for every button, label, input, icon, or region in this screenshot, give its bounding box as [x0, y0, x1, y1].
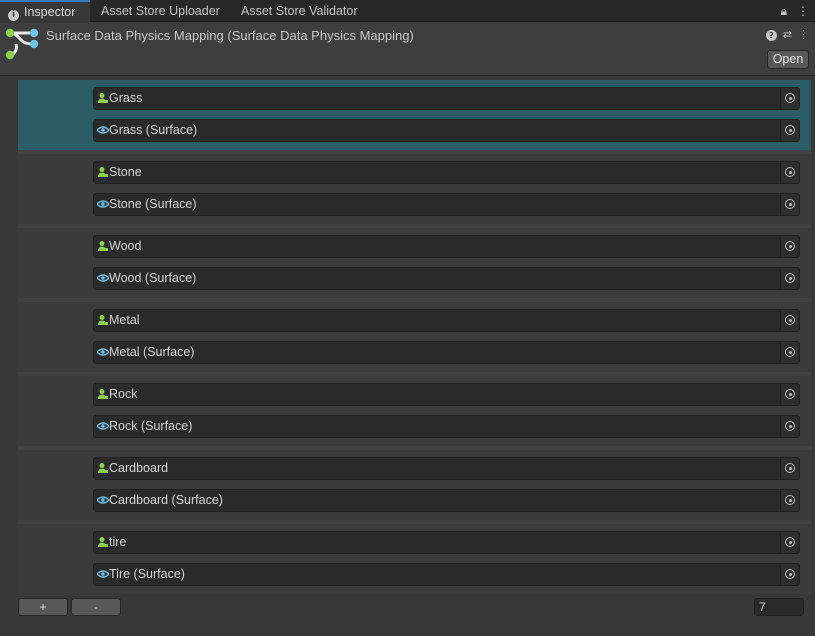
physic-material-label: tire: [109, 535, 127, 549]
physic-material-label: Rock: [109, 387, 138, 401]
picker-dot: [788, 202, 792, 206]
physic-material-icon: [98, 537, 108, 547]
more-menu-icon[interactable]: ⋮: [798, 28, 809, 41]
surface-data-icon: [97, 348, 109, 356]
object-picker-button[interactable]: [780, 532, 799, 553]
more-menu-icon[interactable]: ⋮: [797, 4, 809, 18]
physic-material-icon: [98, 93, 108, 103]
physic-material-label: Metal: [109, 313, 140, 327]
physic-material-icon: [98, 389, 108, 399]
physic-material-label: Cardboard: [109, 461, 169, 475]
tab-bar: i Inspector Asset Store Uploader Asset St…: [0, 0, 815, 23]
physic-material-label: Wood: [109, 239, 142, 253]
list-item[interactable]: Grass Grass (Surface): [18, 80, 811, 150]
list-item[interactable]: Rock Rock (Surface): [18, 376, 811, 446]
surface-label: Cardboard (Surface): [109, 493, 223, 507]
physic-material-field[interactable]: Stone: [93, 161, 800, 184]
tab-asset-store-validator[interactable]: Asset Store Validator: [241, 0, 358, 22]
object-picker-button[interactable]: [780, 310, 799, 331]
physic-material-label: Stone: [109, 165, 142, 179]
object-picker-button[interactable]: [780, 384, 799, 405]
physic-material-field[interactable]: Wood: [93, 235, 800, 258]
picker-dot: [788, 540, 792, 544]
object-picker-button[interactable]: [780, 162, 799, 183]
picker-dot: [788, 276, 792, 280]
tab-inspector-label: Inspector: [24, 5, 76, 19]
physic-material-label: Grass: [109, 91, 143, 105]
picker-dot: [788, 318, 792, 322]
surface-data-icon: [97, 422, 109, 430]
surface-label: Metal (Surface): [109, 345, 195, 359]
surface-data-icon: [97, 570, 109, 578]
picker-dot: [788, 96, 792, 100]
surface-label: Grass (Surface): [109, 123, 198, 137]
object-picker-button[interactable]: [780, 416, 799, 437]
surface-data-icon: [97, 200, 109, 208]
surface-data-icon: [97, 496, 109, 504]
object-picker-button[interactable]: [780, 564, 799, 585]
physic-material-field[interactable]: Rock: [93, 383, 800, 406]
list-item[interactable]: Metal Metal (Surface): [18, 302, 811, 372]
inspector-header: Surface Data Physics Mapping (Surface Da…: [0, 23, 815, 76]
object-picker-button[interactable]: [780, 88, 799, 109]
help-icon[interactable]: ?: [765, 30, 777, 41]
surface-label: Rock (Surface): [109, 419, 193, 433]
list-item[interactable]: Wood Wood (Surface): [18, 228, 811, 298]
surface-label: Tire (Surface): [109, 567, 185, 581]
surface-field[interactable]: Tire (Surface): [93, 563, 800, 586]
physic-material-field[interactable]: tire: [93, 531, 800, 554]
surface-label: Stone (Surface): [109, 197, 197, 211]
list-item[interactable]: tire Tire (Surface): [18, 524, 811, 594]
list-size-field[interactable]: 7: [754, 598, 804, 616]
object-picker-button[interactable]: [780, 268, 799, 289]
tab-inspector[interactable]: i Inspector: [0, 0, 90, 23]
physic-material-icon: [98, 463, 108, 473]
physic-material-field[interactable]: Cardboard: [93, 457, 800, 480]
object-picker-button[interactable]: [780, 458, 799, 479]
window-icons: 🔒︎ ⋮: [771, 0, 809, 22]
tab-asset-store-uploader[interactable]: Asset Store Uploader: [101, 0, 220, 22]
header-icons: ? ⇄ ⋮: [760, 28, 809, 41]
picker-dot: [788, 128, 792, 132]
object-picker-button[interactable]: [780, 490, 799, 511]
surface-field[interactable]: Wood (Surface): [93, 267, 800, 290]
picker-dot: [788, 392, 792, 396]
picker-dot: [788, 424, 792, 428]
physic-material-icon: [98, 167, 108, 177]
surface-data-mapping-icon: [5, 28, 39, 60]
surface-label: Wood (Surface): [109, 271, 197, 285]
picker-dot: [788, 244, 792, 248]
object-picker-button[interactable]: [780, 342, 799, 363]
physic-material-icon: [98, 315, 108, 325]
surface-field[interactable]: Cardboard (Surface): [93, 489, 800, 512]
picker-dot: [788, 498, 792, 502]
picker-dot: [788, 572, 792, 576]
page-title: Surface Data Physics Mapping (Surface Da…: [46, 28, 414, 43]
preset-icon[interactable]: ⇄: [783, 28, 792, 41]
surface-field[interactable]: Rock (Surface): [93, 415, 800, 438]
open-button[interactable]: Open: [767, 50, 809, 69]
picker-dot: [788, 466, 792, 470]
object-picker-button[interactable]: [780, 194, 799, 215]
object-picker-button[interactable]: [780, 236, 799, 257]
list-item[interactable]: Stone Stone (Surface): [18, 154, 811, 224]
surface-mapping-list: Grass Grass (Surface) Stone Stone (Surfa…: [18, 80, 811, 594]
object-picker-button[interactable]: [780, 120, 799, 141]
picker-dot: [788, 350, 792, 354]
physic-material-icon: [98, 241, 108, 251]
surface-data-icon: [97, 274, 109, 282]
remove-item-button[interactable]: -: [71, 598, 121, 616]
surface-data-icon: [97, 126, 109, 134]
physic-material-field[interactable]: Grass: [93, 87, 800, 110]
surface-field[interactable]: Metal (Surface): [93, 341, 800, 364]
lock-icon[interactable]: 🔒︎: [781, 4, 787, 18]
list-item[interactable]: Cardboard Cardboard (Surface): [18, 450, 811, 520]
picker-dot: [788, 170, 792, 174]
info-icon: i: [8, 10, 19, 21]
surface-field[interactable]: Grass (Surface): [93, 119, 800, 142]
physic-material-field[interactable]: Metal: [93, 309, 800, 332]
add-item-button[interactable]: +: [18, 598, 68, 616]
surface-field[interactable]: Stone (Surface): [93, 193, 800, 216]
